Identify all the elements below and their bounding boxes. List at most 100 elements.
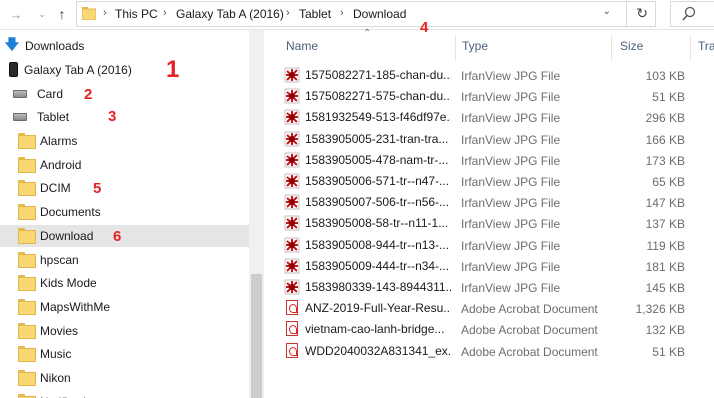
address-bar[interactable]: › This PC › Galaxy Tab A (2016) › Tablet… (76, 1, 656, 27)
chevron-right-icon[interactable]: › (340, 7, 344, 19)
tree-item-folder[interactable]: Documents (0, 201, 249, 223)
file-name-cell[interactable]: 1575082271-575-chan-du... (284, 88, 454, 104)
tree-item-folder[interactable]: hpscan (0, 249, 249, 271)
tree-item-label: Card (37, 87, 64, 101)
tree-item-device[interactable]: Galaxy Tab A (2016) (6, 59, 255, 81)
folder-icon (18, 299, 36, 315)
tree-item-label: Documents (40, 205, 101, 219)
file-size-cell: 1,326 KB (635, 302, 685, 316)
tree-item-folder[interactable]: Movies (0, 320, 249, 342)
file-size-cell: 173 KB (645, 154, 685, 168)
file-row[interactable]: ANZ-2019-Full-Year-Resu... Adobe Acrobat … (284, 297, 694, 318)
tree-item-tablet[interactable]: Tablet (13, 106, 262, 128)
file-row[interactable]: 1583905008-944-tr--n13-... IrfanView JPG … (284, 234, 694, 255)
file-name-cell[interactable]: 1583905008-58-tr--n11-1... (284, 215, 454, 231)
recent-locations-chevron-icon[interactable]: ⌄ (32, 4, 52, 24)
column-header-row: ⌃ Name Type Size Tra (264, 28, 714, 62)
tree-item-folder[interactable]: Android (0, 154, 249, 176)
annotation-5: 5 (93, 180, 102, 197)
file-type-cell: IrfanView JPG File (461, 90, 561, 104)
tree-item-label: Nikon (40, 371, 71, 385)
file-row[interactable]: 1575082271-185-chan-du... IrfanView JPG F… (284, 64, 694, 85)
address-dropdown-icon[interactable]: ⌄ (603, 6, 611, 17)
tree-item-folder[interactable]: Alarms (0, 130, 249, 152)
tree-item-folder[interactable]: Notifications (0, 391, 249, 398)
file-row[interactable]: vietnam-cao-lanh-bridge... Adobe Acrobat … (284, 318, 694, 339)
column-divider[interactable] (455, 36, 456, 60)
file-name-text: 1583905005-478-nam-tr-... (305, 153, 449, 167)
folder-icon (18, 346, 36, 362)
file-row[interactable]: 1575082271-575-chan-du... IrfanView JPG F… (284, 85, 694, 106)
tree-item-card[interactable]: Card (13, 83, 262, 105)
file-row[interactable]: 1583905009-444-tr--n34-... IrfanView JPG … (284, 255, 694, 276)
column-header-type[interactable]: Type (462, 39, 488, 53)
file-name-cell[interactable]: 1581932549-513-f46df97e... (284, 109, 454, 125)
file-name-cell[interactable]: 1583905008-944-tr--n13-... (284, 237, 454, 253)
file-row[interactable]: 1581932549-513-f46df97e... IrfanView JPG … (284, 106, 694, 127)
file-name-cell[interactable]: 1583905005-231-tran-tra... (284, 131, 454, 147)
file-row[interactable]: 1583905005-231-tran-tra... IrfanView JPG … (284, 128, 694, 149)
column-header-name[interactable]: Name (286, 39, 318, 53)
file-type-cell: IrfanView JPG File (461, 260, 561, 274)
folder-icon (18, 204, 36, 220)
breadcrumb-tablet[interactable]: Tablet (299, 7, 331, 21)
annotation-1: 1 (166, 56, 180, 83)
file-name-cell[interactable]: 1575082271-185-chan-du... (284, 67, 454, 83)
column-header-size[interactable]: Size (620, 39, 643, 53)
file-name-cell[interactable]: 1583905005-478-nam-tr-... (284, 152, 454, 168)
column-header-extra[interactable]: Tra (698, 39, 714, 53)
file-row[interactable]: 1583980339-143-8944311... IrfanView JPG F… (284, 276, 694, 297)
tree-item-folder[interactable]: MapsWithMe (0, 296, 249, 318)
file-name-cell[interactable]: 1583905007-506-tr--n56-... (284, 194, 454, 210)
back-arrow-icon[interactable]: → (6, 4, 26, 24)
breadcrumb-galaxy-tab[interactable]: Galaxy Tab A (2016) (176, 7, 284, 21)
file-row[interactable]: 1583905005-478-nam-tr-... IrfanView JPG F… (284, 149, 694, 170)
column-divider[interactable] (690, 36, 691, 60)
tree-item-folder[interactable]: Nikon (0, 367, 249, 389)
file-name-cell[interactable]: vietnam-cao-lanh-bridge... (284, 321, 454, 336)
up-arrow-icon[interactable]: ↑ (52, 4, 72, 24)
file-name-cell[interactable]: ANZ-2019-Full-Year-Resu... (284, 300, 454, 315)
tree-item-label: Android (40, 158, 82, 172)
file-name-text: ANZ-2019-Full-Year-Resu... (305, 300, 451, 315)
chevron-right-icon[interactable]: › (163, 7, 167, 19)
file-row[interactable]: 1583905006-571-tr--n47-... IrfanView JPG … (284, 170, 694, 191)
file-row[interactable]: WDD2040032A831341_ex... Adobe Acrobat Doc… (284, 340, 694, 361)
tree-item-folder[interactable]: DCIM (0, 177, 249, 199)
file-size-cell: 296 KB (645, 111, 685, 125)
file-size-cell: 166 KB (645, 133, 685, 147)
column-divider[interactable] (611, 36, 612, 60)
irfanview-jpg-icon (284, 109, 300, 125)
file-name-cell[interactable]: 1583980339-143-8944311... (284, 279, 454, 295)
annotation-2: 2 (84, 86, 93, 103)
breadcrumb-this-pc[interactable]: This PC (115, 7, 158, 21)
file-name-cell[interactable]: 1583905009-444-tr--n34-... (284, 258, 454, 274)
file-row[interactable]: 1583905008-58-tr--n11-1... IrfanView JPG … (284, 212, 694, 233)
file-name-cell[interactable]: WDD2040032A831341_ex... (284, 343, 454, 358)
file-type-cell: IrfanView JPG File (461, 69, 561, 83)
file-name-cell[interactable]: 1583905006-571-tr--n47-... (284, 173, 454, 189)
tree-item-folder[interactable]: Download (0, 225, 249, 247)
search-icon (682, 6, 696, 21)
irfanview-jpg-icon (284, 194, 300, 210)
tree-item-folder[interactable]: Kids Mode (0, 272, 249, 294)
nav-scrollbar-thumb[interactable] (251, 274, 262, 398)
refresh-icon[interactable]: ↻ (636, 5, 648, 22)
file-type-cell: IrfanView JPG File (461, 196, 561, 210)
file-name-text: 1583905005-231-tran-tra... (305, 132, 449, 146)
search-input[interactable] (670, 1, 714, 27)
file-type-cell: IrfanView JPG File (461, 111, 561, 125)
chevron-right-icon[interactable]: › (286, 7, 290, 19)
file-type-cell: IrfanView JPG File (461, 154, 561, 168)
sort-ascending-icon: ⌃ (363, 28, 372, 39)
file-row[interactable]: 1583905007-506-tr--n56-... IrfanView JPG … (284, 191, 694, 212)
file-type-cell: IrfanView JPG File (461, 281, 561, 295)
tree-item-folder[interactable]: Music (0, 343, 249, 365)
file-size-cell: 145 KB (645, 281, 685, 295)
file-name-text: 1583905009-444-tr--n34-... (305, 259, 450, 273)
tree-item-label: MapsWithMe (40, 300, 111, 314)
file-name-text: 1583980339-143-8944311... (305, 280, 451, 294)
breadcrumb-download[interactable]: Download (353, 7, 406, 21)
tree-item-downloads[interactable]: 🡇 Downloads (4, 35, 253, 57)
chevron-right-icon[interactable]: › (103, 7, 107, 19)
